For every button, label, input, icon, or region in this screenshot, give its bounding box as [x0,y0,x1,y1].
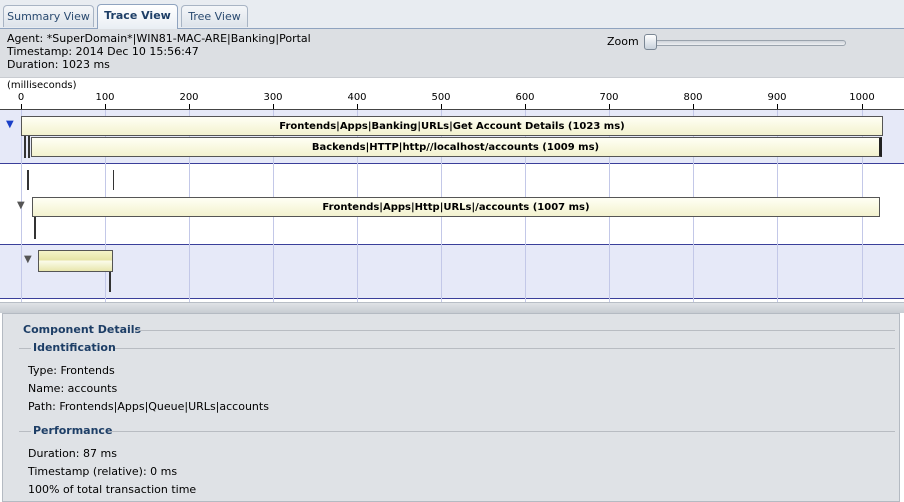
divider [135,330,895,331]
tick-label: 100 [95,92,115,103]
tick-label: 500 [431,92,451,103]
relative-timestamp-field: Timestamp (relative): 0 ms [28,465,178,478]
trace-marker [113,170,114,190]
trace-bar-frontends-http-accounts[interactable]: Frontends|Apps|Http|URLs|/accounts (1007… [32,197,880,217]
collapse-triangle-icon[interactable]: ▼ [17,201,25,211]
divider [115,348,895,349]
tick-label: 0 [17,92,25,103]
timeline-units: (milliseconds) [7,80,77,91]
type-field: Type: Frontends [28,364,115,377]
panel-splitter[interactable] [0,302,904,313]
tick-label: 600 [515,92,535,103]
component-details-panel: Component Details Identification Type: F… [2,313,900,502]
trace-lane-3 [0,245,904,299]
collapse-triangle-icon[interactable]: ▼ [24,255,32,265]
transaction-info-panel: Agent: *SuperDomain*|WIN81-MAC-ARE|Banki… [0,29,904,78]
identification-title: Identification [33,341,116,354]
tab-summary-view[interactable]: Summary View [3,5,94,27]
duration-text: Duration: 1023 ms [7,58,110,71]
tick-label: 900 [767,92,787,103]
tick-label: 800 [683,92,703,103]
zoom-slider-track[interactable] [650,40,846,46]
component-details-title: Component Details [23,323,142,336]
trace-marker [109,272,111,292]
divider [19,348,31,349]
percent-field: 100% of total transaction time [28,483,197,496]
tick-label: 400 [347,92,367,103]
trace-bar-queue-accounts[interactable] [38,250,113,272]
trace-bar-get-account-details[interactable]: Frontends|Apps|Banking|URLs|Get Account … [21,116,883,136]
tick-label: 300 [263,92,283,103]
zoom-label: Zoom [607,35,639,48]
collapse-triangle-icon[interactable]: ▼ [6,120,14,130]
path-field: Path: Frontends|Apps|Queue|URLs|accounts [28,400,269,413]
agent-text: Agent: *SuperDomain*|WIN81-MAC-ARE|Banki… [7,32,311,45]
timestamp-text: Timestamp: 2014 Dec 10 15:56:47 [7,45,199,58]
tab-bar: Summary View Trace View Tree View [0,0,904,29]
zoom-slider-thumb[interactable] [644,34,657,50]
trace-marker [34,217,36,239]
divider [19,431,31,432]
trace-bar-backends-http[interactable]: Backends|HTTP|http//localhost/accounts (… [31,137,882,157]
performance-title: Performance [33,424,113,437]
tab-tree-view[interactable]: Tree View [181,5,248,27]
tick-label: 700 [599,92,619,103]
trace-marker [24,136,26,158]
trace-marker [27,170,29,190]
duration-field: Duration: 87 ms [28,447,117,460]
name-field: Name: accounts [28,382,118,395]
trace-marker [28,136,30,158]
tab-trace-view[interactable]: Trace View [97,4,178,29]
divider [109,431,895,432]
tick-label: 200 [179,92,199,103]
tick-label: 1000 [849,92,875,103]
